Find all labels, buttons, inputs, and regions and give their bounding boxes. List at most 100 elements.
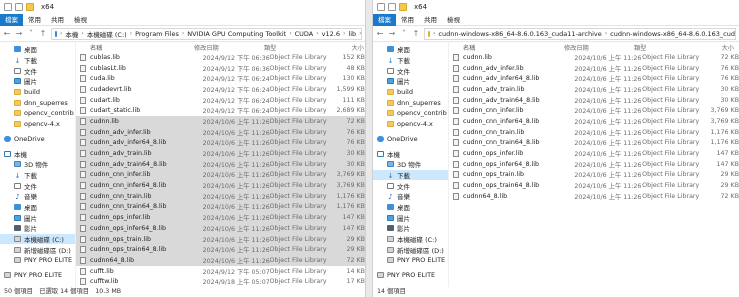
breadcrumb-item[interactable]: CUDA [295, 30, 314, 38]
nav-item[interactable]: OneDrive [373, 134, 448, 145]
nav-item[interactable]: 圖片 [373, 76, 448, 87]
file-row[interactable]: cudnn_adv_infer.lib 2024/10/6 上午 11:26 Obj… [76, 126, 365, 138]
breadcrumb-item[interactable]: 本機磁碟 (C:) [87, 29, 127, 39]
back-arrow-icon[interactable]: ← [376, 29, 384, 38]
nav-item[interactable]: PNY PRO ELITE [373, 270, 448, 281]
file-row[interactable]: cublas.lib 2024/9/12 下午 06:36 Object File … [76, 52, 365, 63]
nav-item[interactable]: 新增磁碟區 (D:) [373, 244, 448, 255]
nav-item[interactable]: OneDrive [0, 134, 75, 145]
breadcrumb-item[interactable]: 本機 [65, 29, 78, 39]
nav-item[interactable]: 新增磁碟區 (D:) [0, 244, 75, 255]
file-row[interactable]: cudnn64_8.lib 2024/10/6 上午 11:26 Object Fi… [449, 191, 739, 202]
file-row[interactable]: cudnn_cnn_train.lib 2024/10/6 上午 11:26 Obj… [449, 127, 739, 138]
file-row[interactable]: cudnn_adv_train64_8.lib 2024/10/6 上午 11:2… [449, 95, 739, 106]
file-row[interactable]: cublasLt.lib 2024/9/12 下午 06:36 Object Fil… [76, 63, 365, 74]
up-arrow-icon[interactable]: ↑ [39, 29, 47, 38]
nav-item[interactable]: opencv_contrib [373, 108, 448, 119]
file-row[interactable]: cudart_static.lib 2024/9/12 下午 06:24 Objec… [76, 105, 365, 116]
file-row[interactable]: cudnn_adv_infer.lib 2024/10/6 上午 11:26 Obj… [449, 63, 739, 74]
nav-item[interactable]: dnn_superres [0, 97, 75, 108]
file-row[interactable]: cudnn.lib 2024/10/6 上午 11:26 Object File L… [76, 116, 365, 127]
tab-view[interactable]: 檢視 [442, 14, 465, 26]
column-header-type[interactable]: 類型 [634, 43, 694, 52]
tab-file[interactable]: 檔案 [373, 13, 396, 26]
file-row[interactable]: cudnn_adv_infer64_8.lib 2024/10/6 上午 11:2… [449, 73, 739, 84]
file-row[interactable]: cufftw.lib 2024/9/18 上午 05:07 Object File … [76, 276, 365, 287]
file-row[interactable]: cudnn_cnn_infer64_8.lib 2024/10/6 上午 11:2… [449, 116, 739, 127]
nav-item[interactable]: 桌面 [0, 44, 75, 55]
nav-item[interactable]: 文件 [0, 180, 75, 191]
breadcrumb-item[interactable]: cudnn-windows-x86_64-8.6.0.163_cuda11-ar… [438, 30, 601, 38]
nav-item[interactable]: 3D 物件 [0, 159, 75, 170]
nav-item[interactable]: opencv-4.x [373, 119, 448, 130]
nav-item[interactable]: 文件 [373, 65, 448, 76]
file-row[interactable]: cudnn_ops_infer.lib 2024/10/6 上午 11:26 Obj… [449, 148, 739, 159]
file-row[interactable]: cudnn_adv_train64_8.lib 2024/10/6 上午 11:2… [76, 158, 365, 170]
file-row[interactable]: cudnn_ops_infer.lib 2024/10/6 上午 11:26 Obj… [76, 212, 365, 223]
file-row[interactable]: cudnn.lib 2024/10/6 上午 11:26 Object File L… [449, 52, 739, 63]
nav-item[interactable]: PNY PRO ELITE [0, 255, 75, 266]
file-row[interactable]: cudnn_adv_infer64_8.lib 2024/10/6 上午 11:2… [76, 137, 365, 149]
nav-item[interactable]: ↓ 下載 [0, 170, 75, 181]
tab-file[interactable]: 檔案 [0, 13, 23, 26]
nav-item[interactable]: ♪ 音樂 [0, 191, 75, 202]
nav-item[interactable]: opencv-4.x [0, 119, 75, 130]
file-row[interactable]: cudart.lib 2024/9/12 下午 06:24 Object File … [76, 95, 365, 106]
file-row[interactable]: cudnn_ops_infer64_8.lib 2024/10/6 上午 11:2… [449, 159, 739, 170]
nav-item[interactable]: 文件 [373, 180, 448, 191]
forward-arrow-icon[interactable]: → [388, 29, 396, 38]
nav-item[interactable]: ↓ 下載 [373, 169, 448, 181]
nav-item[interactable]: 影片 [373, 223, 448, 234]
forward-arrow-icon[interactable]: → [15, 29, 23, 38]
file-row[interactable]: cudnn_ops_infer64_8.lib 2024/10/6 上午 11:2… [76, 223, 365, 234]
file-row[interactable]: cudnn_cnn_infer.lib 2024/10/6 上午 11:26 Obj… [449, 105, 739, 116]
column-header-date[interactable]: 修改日期 [194, 43, 264, 52]
tab-view[interactable]: 檢視 [69, 14, 92, 26]
nav-item[interactable]: dnn_superres [373, 97, 448, 108]
nav-item[interactable]: 圖片 [373, 212, 448, 223]
file-row[interactable]: cudadevrt.lib 2024/9/12 下午 06:24 Object Fi… [76, 84, 365, 95]
nav-item[interactable]: 桌面 [373, 202, 448, 213]
nav-item[interactable]: 3D 物件 [373, 159, 448, 170]
nav-item[interactable]: 桌面 [0, 202, 75, 213]
back-arrow-icon[interactable]: ← [3, 29, 11, 38]
column-header-size[interactable]: 大小 [694, 43, 734, 52]
breadcrumb-item[interactable]: NVIDIA GPU Computing Toolkit [187, 30, 286, 38]
file-row[interactable]: cudnn_adv_train.lib 2024/10/6 上午 11:26 Obj… [76, 148, 365, 159]
tab-share[interactable]: 共用 [46, 14, 69, 26]
column-header-size[interactable]: 大小 [324, 43, 364, 52]
file-row[interactable]: cudnn_ops_train64_8.lib 2024/10/6 上午 11:2… [449, 180, 739, 191]
file-row[interactable]: cufft.lib 2024/9/12 下午 05:07 Object File L… [76, 266, 365, 277]
nav-item[interactable]: 本機 [373, 148, 448, 159]
properties-icon[interactable] [15, 3, 23, 11]
tab-share[interactable]: 共用 [419, 14, 442, 26]
nav-item[interactable]: 圖片 [0, 212, 75, 223]
file-row[interactable]: cudnn_cnn_train64_8.lib 2024/10/6 上午 11:2… [449, 138, 739, 149]
column-header-date[interactable]: 修改日期 [564, 43, 634, 52]
column-header-type[interactable]: 類型 [264, 43, 324, 52]
nav-item[interactable]: build [0, 87, 75, 98]
file-row[interactable]: cudnn_cnn_infer.lib 2024/10/6 上午 11:26 Obj… [76, 169, 365, 181]
column-header-name[interactable]: 名稱 [76, 43, 194, 52]
nav-item[interactable]: ↓ 下載 [373, 55, 448, 66]
file-row[interactable]: cuda.lib 2024/9/12 下午 06:24 Object File Li… [76, 73, 365, 84]
save-icon[interactable] [377, 3, 385, 11]
file-row[interactable]: cudnn_ops_train.lib 2024/10/6 上午 11:26 Obj… [449, 170, 739, 181]
file-row[interactable]: cudnn_cnn_train.lib 2024/10/6 上午 11:26 Obj… [76, 190, 365, 202]
file-row[interactable]: cudnn_cnn_train64_8.lib 2024/10/6 上午 11:2… [76, 201, 365, 213]
breadcrumb[interactable]: › cudnn-windows-x86_64-8.6.0.163_cuda11-a… [424, 27, 736, 40]
nav-item[interactable]: 本機磁碟 (C:) [373, 234, 448, 245]
nav-item[interactable]: PNY PRO ELITE [373, 255, 448, 266]
nav-item[interactable]: 桌面 [373, 44, 448, 55]
nav-item[interactable]: 圖片 [0, 76, 75, 87]
file-row[interactable]: cudnn_ops_train.lib 2024/10/6 上午 11:26 Obj… [76, 233, 365, 245]
save-icon[interactable] [4, 3, 12, 11]
nav-item[interactable]: 本機磁碟 (C:) [0, 233, 75, 245]
nav-item[interactable]: ♪ 音樂 [373, 191, 448, 202]
nav-item[interactable]: build [373, 87, 448, 98]
file-row[interactable]: cudnn_adv_train.lib 2024/10/6 上午 11:26 Obj… [449, 84, 739, 95]
properties-icon[interactable] [388, 3, 396, 11]
breadcrumb[interactable]: › 本機 › 本機磁碟 (C:) › Program Files › NVIDIA GPU C… [51, 27, 362, 40]
tab-home[interactable]: 常用 [396, 14, 419, 26]
breadcrumb-item[interactable]: Program Files [135, 30, 179, 38]
